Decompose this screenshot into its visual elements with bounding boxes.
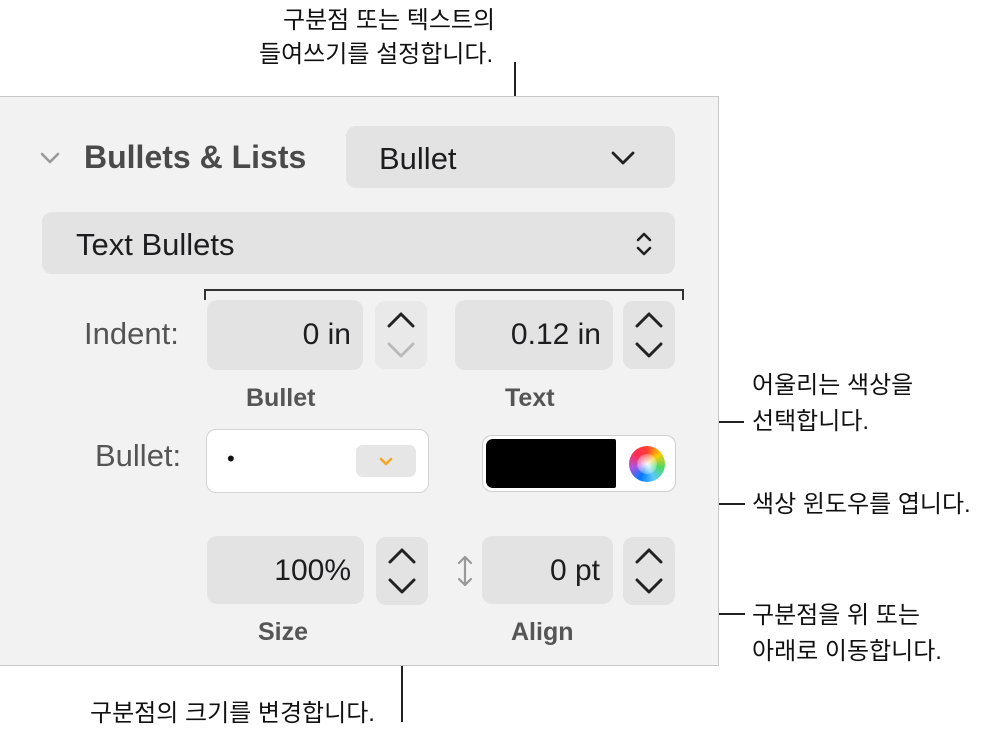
bullet-indent-stepper[interactable] bbox=[375, 301, 427, 369]
bullet-label: Bullet: bbox=[95, 438, 182, 473]
bullet-char-menu-button[interactable] bbox=[356, 445, 416, 477]
size-stepper[interactable] bbox=[376, 537, 428, 605]
color-wheel-center bbox=[637, 454, 657, 474]
vertical-arrows-icon bbox=[455, 554, 475, 588]
callout-fill-line1: 어울리는 색상을 bbox=[752, 372, 914, 399]
bullet-char-value: • bbox=[227, 446, 235, 471]
callout-move-line1: 구분점을 위 또는 bbox=[752, 602, 920, 629]
callout-indent-line2: 들여쓰기를 설정합니다. bbox=[259, 41, 494, 68]
align-value: 0 pt bbox=[549, 554, 600, 587]
text-indent-stepper[interactable] bbox=[623, 301, 675, 369]
indent-label: Indent: bbox=[84, 316, 179, 351]
callout-fill-line2: 선택합니다. bbox=[752, 408, 870, 435]
callout-indent-line1: 구분점 또는 텍스트의 bbox=[283, 7, 496, 34]
text-indent-field[interactable]: 0.12 in bbox=[455, 300, 613, 370]
chevron-down-icon bbox=[379, 457, 393, 466]
chevron-down-icon bbox=[609, 144, 637, 172]
indent-bracket bbox=[204, 288, 684, 300]
list-style-popup[interactable]: Bullet bbox=[346, 126, 675, 188]
text-indent-value: 0.12 in bbox=[510, 318, 601, 351]
align-field[interactable]: 0 pt bbox=[482, 536, 613, 604]
size-caption: Size bbox=[258, 618, 309, 646]
align-caption: Align bbox=[511, 618, 574, 646]
callout-size: 구분점의 크기를 변경합니다. bbox=[90, 700, 375, 727]
text-indent-caption: Text bbox=[505, 384, 555, 412]
callout-color-window: 색상 윈도우를 엽니다. bbox=[752, 491, 971, 518]
disclosure-chevron-icon[interactable] bbox=[38, 146, 62, 170]
bullet-type-value: Text Bullets bbox=[76, 227, 235, 262]
callout-move-line2: 아래로 이동합니다. bbox=[752, 638, 942, 665]
align-stepper[interactable] bbox=[623, 537, 675, 605]
chevron-up-down-icon bbox=[632, 228, 656, 260]
list-style-value: Bullet bbox=[379, 141, 457, 176]
bullet-indent-field[interactable]: 0 in bbox=[207, 300, 363, 370]
size-field[interactable]: 100% bbox=[207, 536, 364, 604]
section-title: Bullets & Lists bbox=[84, 139, 307, 175]
size-value: 100% bbox=[274, 554, 351, 587]
bullet-char-field[interactable]: • bbox=[206, 429, 429, 493]
bullet-color-swatch[interactable] bbox=[486, 439, 616, 488]
bullet-color-control[interactable] bbox=[482, 435, 676, 492]
bullet-indent-caption: Bullet bbox=[246, 384, 316, 412]
bullet-indent-value: 0 in bbox=[302, 318, 351, 351]
bullet-type-popup[interactable]: Text Bullets bbox=[42, 212, 675, 274]
